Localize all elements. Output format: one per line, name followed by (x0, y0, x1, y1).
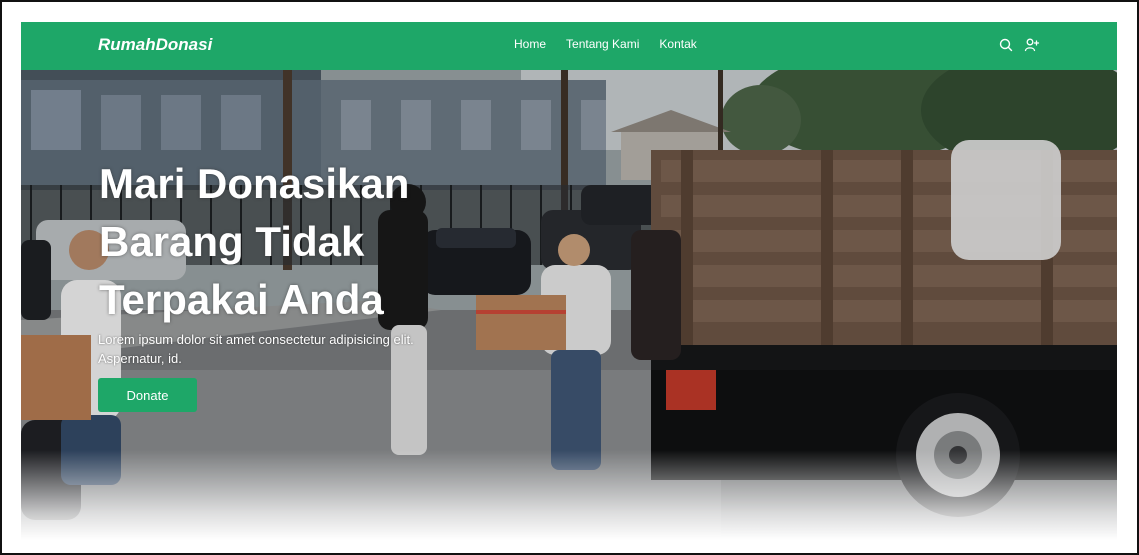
hero-subtitle: Lorem ipsum dolor sit amet consectetur a… (98, 332, 414, 366)
donate-button[interactable]: Donate (98, 378, 197, 412)
nav-link-home[interactable]: Home (514, 37, 546, 51)
nav-icons (998, 37, 1040, 53)
nav-links: Home Tentang Kami Kontak (514, 37, 717, 51)
top-navbar: RumahDonasi Home Tentang Kami Kontak (21, 22, 1117, 70)
nav-link-kontak[interactable]: Kontak (659, 37, 696, 51)
brand-logo[interactable]: RumahDonasi (98, 35, 212, 55)
hero-title: Mari Donasikan Barang Tidak Terpakai And… (99, 160, 410, 323)
hero-section: Mari Donasikan Barang Tidak Terpakai And… (21, 70, 1117, 540)
nav-link-tentang-kami[interactable]: Tentang Kami (566, 37, 639, 51)
add-user-icon[interactable] (1024, 37, 1040, 53)
hero-bottom-fade (21, 450, 1117, 540)
search-icon[interactable] (998, 37, 1014, 53)
